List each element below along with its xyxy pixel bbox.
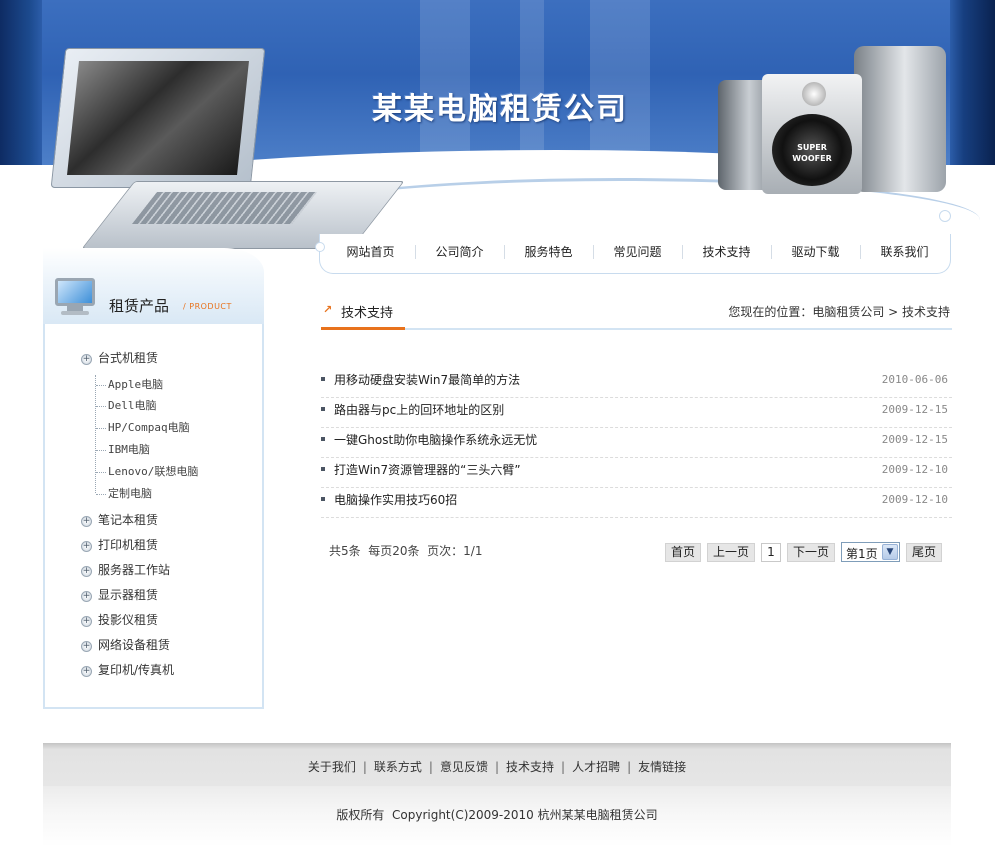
expand-plus-icon: + [81, 566, 92, 577]
woofer-cone: SUPER WOOFER [772, 114, 852, 186]
page-select-value: 第1页 [846, 547, 878, 561]
chevron-down-icon: ▼ [882, 544, 898, 560]
monitor-icon [55, 278, 95, 316]
breadcrumb: 您现在的位置：电脑租赁公司 > 技术支持 [728, 305, 950, 319]
category-desktop[interactable]: + 台式机租赁 [81, 350, 158, 366]
sidebar: 租赁产品 / PRODUCT + 台式机租赁 Apple电脑 Dell电脑 HP/… [43, 248, 264, 709]
current-page-number[interactable]: 1 [761, 543, 781, 562]
subcategory-apple[interactable]: Apple电脑 [96, 378, 163, 392]
footer-link-support[interactable]: 技术支持 [506, 760, 554, 774]
expand-plus-icon: + [81, 616, 92, 627]
bullet-icon [321, 467, 325, 471]
nav-home[interactable]: 网站首页 [326, 243, 415, 261]
subcategory-lenovo[interactable]: Lenovo/联想电脑 [96, 465, 198, 479]
nav-faq[interactable]: 常见问题 [593, 243, 682, 261]
expand-plus-icon: + [81, 641, 92, 652]
category-monitor[interactable]: + 显示器租赁 [81, 587, 158, 603]
article-title[interactable]: 电脑操作实用技巧60招 [334, 491, 457, 508]
footer-link-contact[interactable]: 联系方式 [374, 760, 422, 774]
desktop-subcategory-list: Apple电脑 Dell电脑 HP/Compaq电脑 IBM电脑 Lenovo/… [95, 375, 245, 500]
section-accent-bar [321, 327, 405, 330]
page-select[interactable]: 第1页 ▼ [841, 542, 900, 562]
last-page-button[interactable]: 尾页 [906, 543, 942, 562]
copyright-text: 版权所有 Copyright(C)2009-2010 杭州某某电脑租赁公司 [336, 808, 658, 822]
main-nav: 网站首页 公司简介 服务特色 常见问题 技术支持 驱动下载 联系我们 [315, 210, 951, 274]
first-page-button[interactable]: 首页 [665, 543, 701, 562]
expand-plus-icon: + [81, 541, 92, 552]
subcategory-dell[interactable]: Dell电脑 [96, 399, 157, 413]
nav-about[interactable]: 公司简介 [415, 243, 504, 261]
nav-drivers[interactable]: 驱动下载 [771, 243, 860, 261]
article-row: 一键Ghost助你电脑操作系统永远无忧 2009-12-15 [321, 428, 952, 458]
article-row: 路由器与pc上的回环地址的区别 2009-12-15 [321, 398, 952, 428]
subcategory-ibm[interactable]: IBM电脑 [96, 443, 150, 457]
footer-link-feedback[interactable]: 意见反馈 [440, 760, 488, 774]
speaker-right [854, 46, 946, 192]
bullet-icon [321, 377, 325, 381]
section-title: 技术支持 [341, 306, 394, 321]
bullet-icon [321, 497, 325, 501]
category-laptop[interactable]: + 笔记本租赁 [81, 512, 158, 528]
sidebar-subtitle: / PRODUCT [183, 302, 232, 311]
next-page-button[interactable]: 下一页 [787, 543, 835, 562]
expand-plus-icon: + [81, 516, 92, 527]
footer-link-about[interactable]: 关于我们 [308, 760, 356, 774]
section-header: ↗ 技术支持 您现在的位置：电脑租赁公司 > 技术支持 [321, 300, 952, 330]
header-banner: 某某电脑租赁公司 SUPER WOOFER [0, 0, 995, 270]
category-copier-fax[interactable]: + 复印机/传真机 [81, 662, 174, 678]
bullet-icon [321, 437, 325, 441]
speakers-image: SUPER WOOFER [718, 44, 950, 194]
laptop-screen [67, 61, 249, 175]
pagination-info: 共5条 每页20条 页次：1/1 [329, 544, 483, 558]
laptop-keyboard [131, 192, 317, 224]
category-projector[interactable]: + 投影仪租赁 [81, 612, 158, 628]
prev-page-button[interactable]: 上一页 [707, 543, 755, 562]
article-title[interactable]: 用移动硬盘安装Win7最简单的方法 [334, 371, 520, 388]
woofer-label: SUPER WOOFER [792, 143, 832, 163]
nav-contact[interactable]: 联系我们 [860, 243, 949, 261]
arrow-icon: ↗ [323, 303, 333, 316]
nav-services[interactable]: 服务特色 [504, 243, 593, 261]
nav-tech-support[interactable]: 技术支持 [682, 243, 771, 261]
laptop-image [50, 46, 405, 251]
category-network[interactable]: + 网络设备租赁 [81, 637, 170, 653]
expand-plus-icon: + [81, 354, 92, 365]
expand-plus-icon: + [81, 591, 92, 602]
article-title[interactable]: 路由器与pc上的回环地址的区别 [334, 401, 504, 418]
bullet-icon [321, 407, 325, 411]
article-title[interactable]: 一键Ghost助你电脑操作系统永远无忧 [334, 431, 537, 448]
subcategory-hp-compaq[interactable]: HP/Compaq电脑 [96, 421, 190, 435]
footer-links: 关于我们 | 联系方式 | 意见反馈 | 技术支持 | 人才招聘 | 友情链接 [307, 760, 687, 774]
article-date: 2009-12-10 [881, 463, 948, 476]
woofer-knob [802, 82, 826, 106]
footer-copyright-area: 版权所有 Copyright(C)2009-2010 杭州某某电脑租赁公司 [43, 786, 951, 847]
footer-link-friends[interactable]: 友情链接 [638, 760, 686, 774]
nav-dot-right [939, 210, 951, 222]
article-date: 2010-06-06 [881, 373, 948, 386]
nav-dot-left [315, 242, 325, 252]
article-row: 电脑操作实用技巧60招 2009-12-10 [321, 488, 952, 518]
banner-edge-right [950, 0, 995, 165]
article-date: 2009-12-10 [881, 493, 948, 506]
article-row: 用移动硬盘安装Win7最简单的方法 2010-06-06 [321, 368, 952, 398]
category-printer[interactable]: + 打印机租赁 [81, 537, 158, 553]
category-server[interactable]: + 服务器工作站 [81, 562, 170, 578]
article-date: 2009-12-15 [881, 433, 948, 446]
laptop-screen-frame [50, 48, 266, 188]
footer-link-jobs[interactable]: 人才招聘 [572, 760, 620, 774]
banner-edge-left [0, 0, 42, 165]
sidebar-header: 租赁产品 / PRODUCT [43, 248, 264, 324]
subwoofer: SUPER WOOFER [762, 74, 862, 194]
site-title: 某某电脑租赁公司 [372, 92, 628, 127]
article-row: 打造Win7资源管理器的“三头六臂” 2009-12-10 [321, 458, 952, 488]
article-date: 2009-12-15 [881, 403, 948, 416]
footer-links-bar: 关于我们 | 联系方式 | 意见反馈 | 技术支持 | 人才招聘 | 友情链接 [43, 743, 951, 786]
sidebar-title: 租赁产品 [109, 297, 170, 315]
expand-plus-icon: + [81, 666, 92, 677]
article-title[interactable]: 打造Win7资源管理器的“三头六臂” [334, 461, 521, 478]
subcategory-custom[interactable]: 定制电脑 [96, 487, 152, 501]
